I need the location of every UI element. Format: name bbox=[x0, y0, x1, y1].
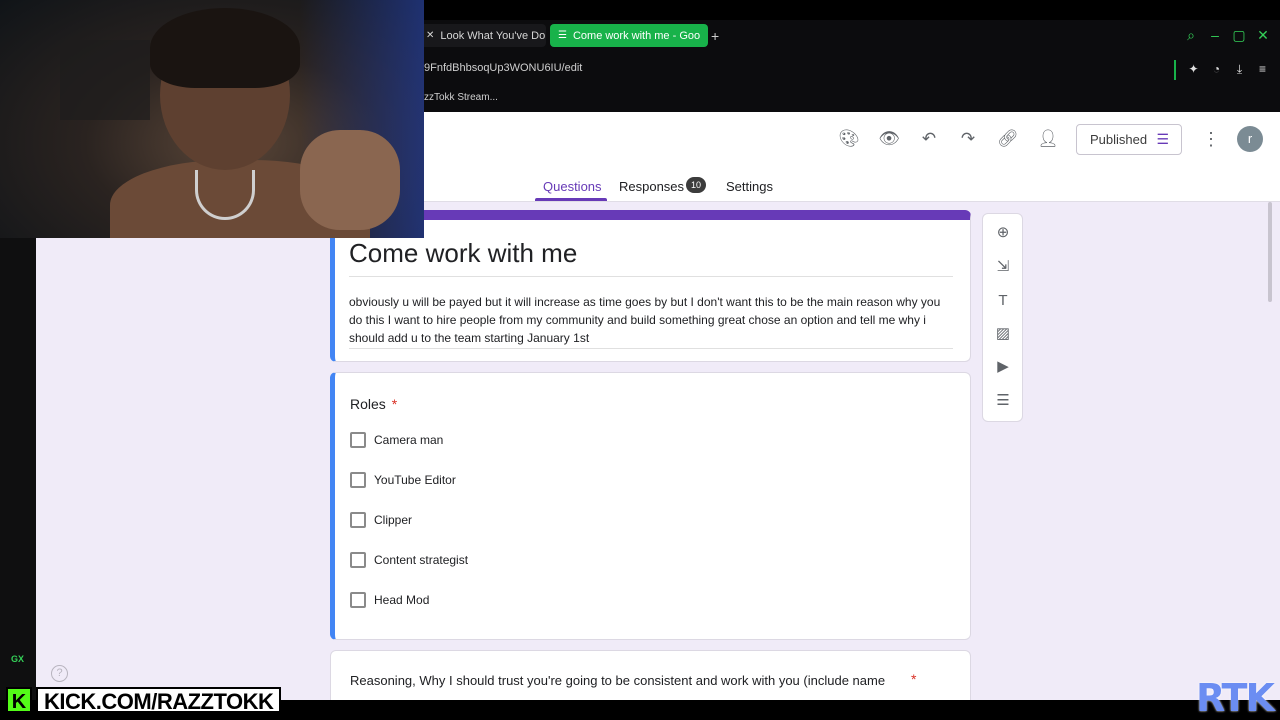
tab-questions-underline bbox=[535, 198, 607, 201]
add-image-icon[interactable]: ▨ bbox=[992, 323, 1014, 345]
floating-toolbar: ⊕ ⇲ T ▨ ▶ ☰ bbox=[982, 213, 1023, 422]
published-button[interactable]: Published ☰ bbox=[1076, 124, 1182, 155]
question-card-roles[interactable]: Roles * Camera man YouTube Editor Clipper… bbox=[330, 372, 971, 640]
link-icon[interactable]: 🔗︎ bbox=[997, 128, 1019, 150]
question-title: Roles * bbox=[350, 396, 397, 412]
option-label: Content strategist bbox=[374, 553, 469, 567]
minimize-icon[interactable]: – bbox=[1208, 26, 1222, 44]
tab-settings[interactable]: Settings bbox=[726, 179, 773, 194]
tab-responses[interactable]: Responses bbox=[619, 179, 684, 194]
option-label: Clipper bbox=[374, 513, 413, 527]
add-question-icon[interactable]: ⊕ bbox=[992, 222, 1014, 244]
url-field[interactable]: 9FnfdBhbsoqUp3WONU6IU/edit bbox=[424, 62, 582, 74]
menu-icon[interactable]: ≡ bbox=[1255, 61, 1270, 77]
page-scrollbar[interactable] bbox=[1268, 202, 1272, 302]
option-youtube-editor[interactable]: YouTube Editor bbox=[350, 472, 456, 488]
bookmark-item[interactable]: zzTokk Stream... bbox=[424, 92, 498, 103]
description-divider bbox=[349, 348, 953, 349]
form-description[interactable]: obviously u will be payed but it will in… bbox=[349, 293, 955, 347]
tab-label: Look What You've Do bbox=[440, 29, 546, 42]
webcam-person-hand bbox=[300, 130, 400, 230]
checkbox[interactable] bbox=[350, 552, 366, 568]
question-title-text: Reasoning, Why I should trust you're goi… bbox=[350, 673, 886, 688]
responses-count-badge: 10 bbox=[686, 177, 706, 193]
add-title-icon[interactable]: T bbox=[992, 290, 1014, 312]
add-collaborator-icon[interactable]: 👤︎ bbox=[1037, 128, 1059, 150]
palette-icon[interactable]: 🎨︎ bbox=[838, 128, 860, 150]
webcam-person-hair bbox=[150, 8, 300, 88]
kick-url: KICK.COM/RAZZTOKK bbox=[36, 687, 282, 714]
preview-eye-icon[interactable]: 👁︎ bbox=[878, 128, 900, 150]
published-label: Published bbox=[1090, 132, 1148, 147]
tab-come-work-with-me[interactable]: ☰ Come work with me - Goo bbox=[550, 24, 708, 47]
close-icon[interactable]: ✕ bbox=[426, 30, 434, 41]
forms-icon: ☰ bbox=[558, 30, 567, 41]
browser-sidebar bbox=[0, 238, 36, 700]
webcam-feed bbox=[0, 0, 424, 238]
checkbox[interactable] bbox=[350, 592, 366, 608]
option-content-strategist[interactable]: Content strategist bbox=[350, 552, 468, 568]
required-asterisk: * bbox=[911, 671, 917, 687]
option-label: Head Mod bbox=[374, 593, 430, 607]
import-questions-icon[interactable]: ⇲ bbox=[992, 256, 1014, 278]
maximize-icon[interactable]: ▢ bbox=[1232, 26, 1246, 44]
option-head-mod[interactable]: Head Mod bbox=[350, 592, 429, 608]
webcam-background-poster bbox=[60, 40, 150, 120]
gx-label: GX bbox=[11, 654, 25, 664]
checkbox[interactable] bbox=[350, 472, 366, 488]
option-label: Camera man bbox=[374, 433, 444, 447]
add-section-icon[interactable]: ☰ bbox=[992, 390, 1014, 412]
undo-icon[interactable]: ↶ bbox=[918, 128, 940, 150]
option-clipper[interactable]: Clipper bbox=[350, 512, 412, 528]
window-controls: ⌕ – ▢ ✕ bbox=[1184, 26, 1270, 44]
rtk-logo: RTK bbox=[1196, 676, 1275, 720]
tab-look-what-youve-done[interactable]: ✕ Look What You've Do bbox=[418, 24, 546, 47]
close-window-icon[interactable]: ✕ bbox=[1256, 26, 1270, 44]
tab-label: Come work with me - Goo bbox=[572, 29, 701, 42]
checkbox[interactable] bbox=[350, 432, 366, 448]
profile-icon[interactable]: ◔ bbox=[1209, 61, 1224, 77]
accent-divider bbox=[1174, 60, 1176, 80]
form-title[interactable]: Come work with me bbox=[349, 238, 577, 269]
download-icon[interactable]: ⤓ bbox=[1232, 61, 1247, 77]
tune-icon: ☰ bbox=[1156, 131, 1169, 147]
kick-logo: K bbox=[6, 687, 32, 713]
avatar[interactable]: r bbox=[1237, 126, 1263, 152]
tab-questions[interactable]: Questions bbox=[543, 179, 602, 194]
option-camera-man[interactable]: Camera man bbox=[350, 432, 443, 448]
new-tab-button[interactable]: + bbox=[711, 28, 719, 44]
question-title-text: Roles bbox=[350, 396, 386, 412]
extensions-icon[interactable]: ✦ bbox=[1186, 61, 1201, 77]
search-icon[interactable]: ⌕ bbox=[1184, 26, 1198, 44]
title-divider bbox=[349, 276, 953, 277]
add-video-icon[interactable]: ▶ bbox=[992, 356, 1014, 378]
help-icon[interactable]: ? bbox=[51, 665, 68, 682]
option-label: YouTube Editor bbox=[374, 473, 456, 487]
redo-icon[interactable]: ↷ bbox=[957, 128, 979, 150]
more-options-icon[interactable]: ⋮ bbox=[1202, 128, 1220, 150]
extension-icons: ✦ ◔ ⤓ ≡ bbox=[1186, 61, 1270, 77]
required-asterisk: * bbox=[391, 396, 398, 412]
form-title-card[interactable]: Come work with me obviously u will be pa… bbox=[330, 210, 971, 362]
checkbox[interactable] bbox=[350, 512, 366, 528]
